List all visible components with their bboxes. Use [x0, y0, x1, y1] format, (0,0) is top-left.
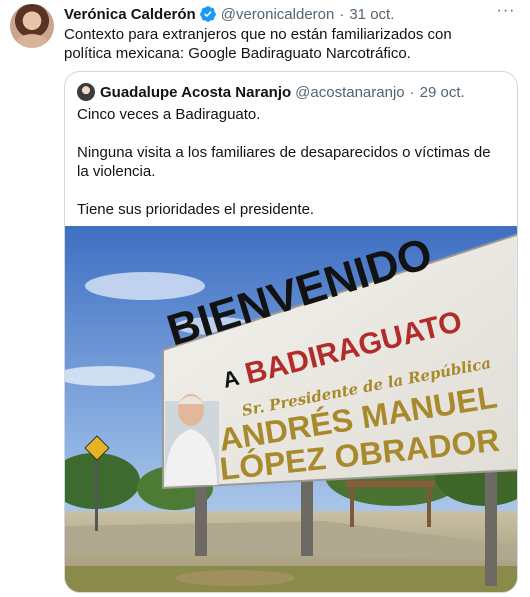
- quoted-tweet-date: 29 oct.: [419, 83, 465, 101]
- quoted-header-separator: ·: [409, 83, 415, 101]
- quoted-author-handle: @acostanaranjo: [295, 83, 405, 101]
- author-handle[interactable]: @veronicalderon: [221, 6, 335, 23]
- header-separator: ·: [339, 5, 345, 23]
- author-avatar[interactable]: [10, 4, 54, 48]
- quoted-tweet[interactable]: Guadalupe Acosta Naranjo @acostanaranjo …: [64, 71, 518, 593]
- author-name[interactable]: Verónica Calderón: [64, 6, 196, 23]
- tweet-date[interactable]: 31 oct.: [349, 6, 394, 23]
- billboard-photo: BIENVENIDO A BADIRAGUATO Sr. Presidente …: [65, 226, 517, 592]
- quoted-tweet-header: Guadalupe Acosta Naranjo @acostanaranjo …: [77, 82, 465, 102]
- quoted-tweet-text: Cinco veces a Badiraguato. Ninguna visit…: [77, 105, 497, 219]
- quoted-paragraph: Tiene sus prioridades el presidente.: [77, 201, 315, 218]
- portrait-image: [165, 394, 219, 485]
- quoted-paragraph: Cinco veces a Badiraguato.: [77, 106, 261, 123]
- tweet-card[interactable]: Verónica Calderón @veronicalderon · 31 o…: [0, 0, 530, 597]
- quoted-paragraph: Ninguna visita a los familiares de desap…: [77, 144, 491, 180]
- quoted-author-avatar: [77, 83, 95, 101]
- more-icon[interactable]: ···: [492, 0, 520, 22]
- tweet-header: Verónica Calderón @veronicalderon · 31 o…: [64, 4, 394, 24]
- tweet-text: Contexto para extranjeros que no están f…: [64, 26, 452, 62]
- quoted-tweet-photo[interactable]: BIENVENIDO A BADIRAGUATO Sr. Presidente …: [65, 226, 517, 592]
- quoted-author-name: Guadalupe Acosta Naranjo: [100, 83, 292, 101]
- verified-badge-icon: [199, 6, 216, 22]
